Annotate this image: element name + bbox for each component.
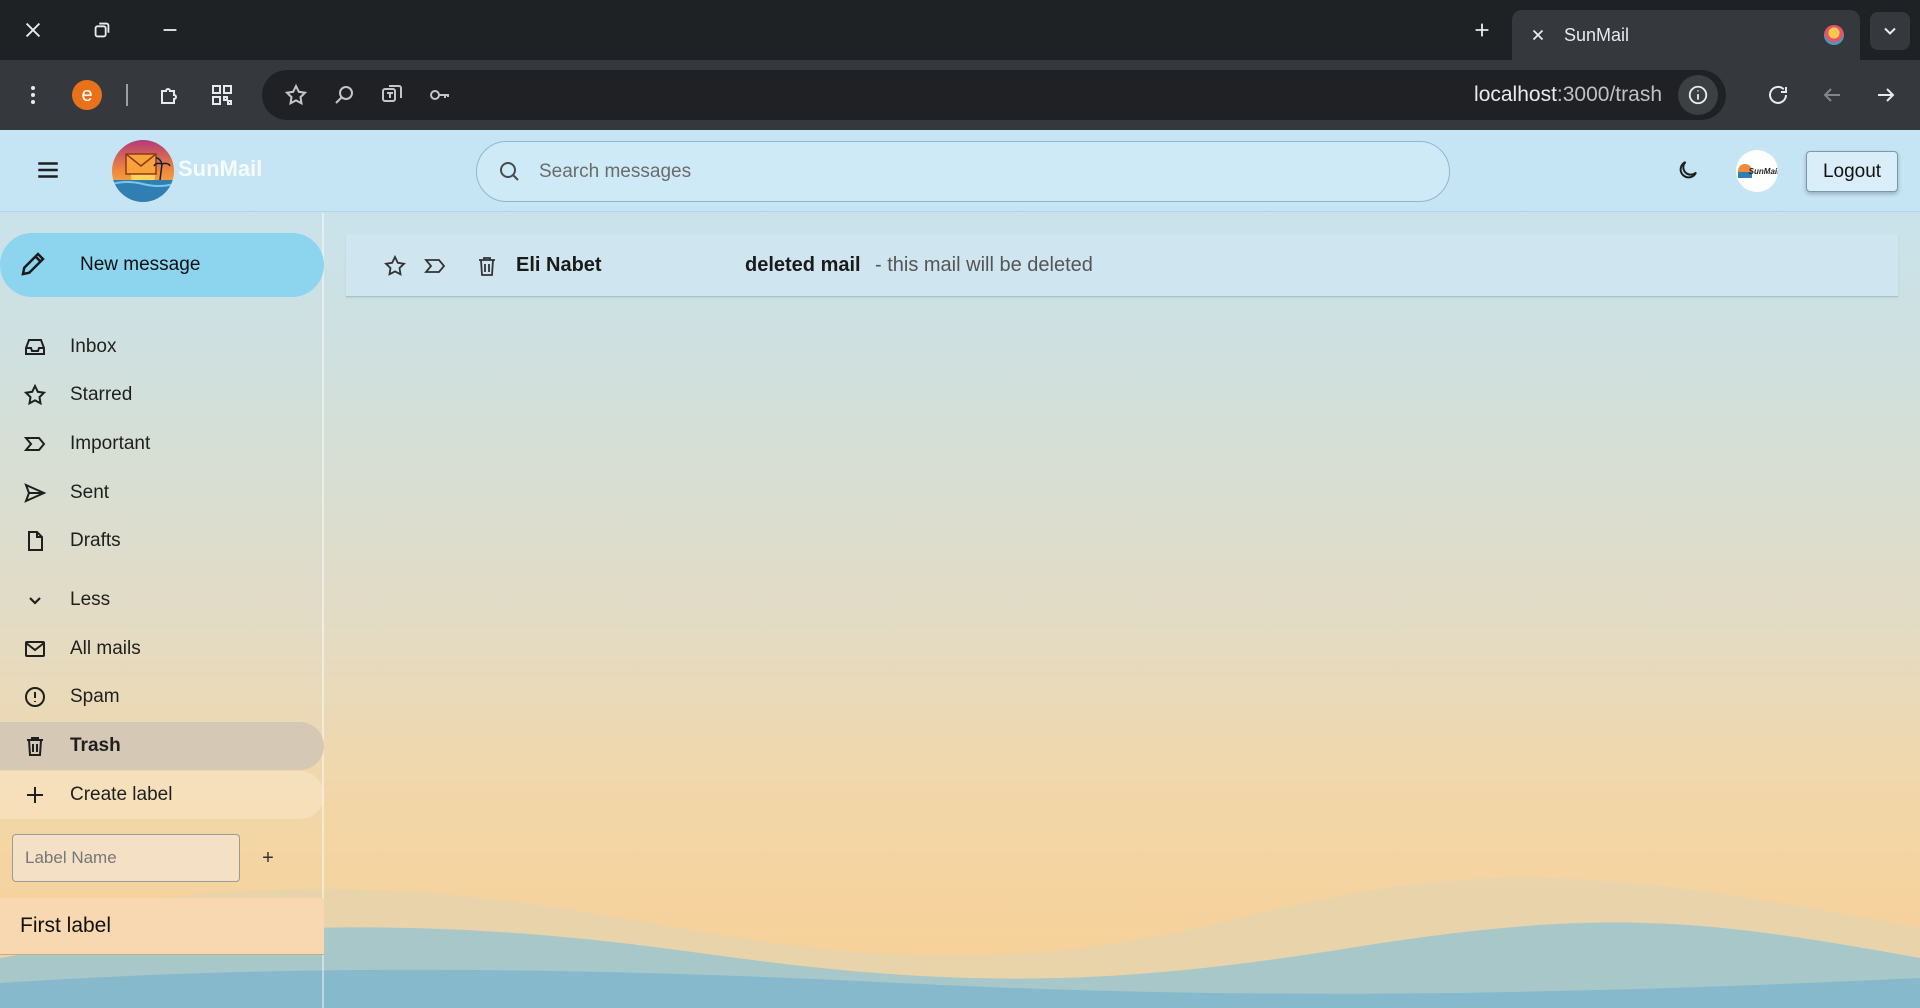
brand-name: SunMail <box>178 156 263 181</box>
search-icon[interactable] <box>497 159 523 185</box>
browser-tab-strip: SunMail <box>0 0 1920 60</box>
extensions-puzzle-icon[interactable] <box>150 75 190 115</box>
sidebar-item-label: Important <box>70 433 151 454</box>
sidebar-item-create-label[interactable]: Create label <box>0 771 324 819</box>
alert-icon <box>22 684 48 710</box>
chevron-down-icon <box>22 587 48 613</box>
browser-menu-icon[interactable] <box>13 75 53 115</box>
tab-list-chevron-icon[interactable] <box>1870 12 1910 50</box>
new-tab-icon[interactable] <box>1462 10 1502 50</box>
mail-row[interactable]: Eli Nabet deleted mail - this mail will … <box>346 234 1898 297</box>
star-icon[interactable] <box>382 253 408 279</box>
sidebar-item-label: Trash <box>70 735 121 756</box>
mail-snippet: - this mail will be deleted <box>875 254 1093 276</box>
reload-icon[interactable] <box>1758 75 1798 115</box>
trash-icon[interactable] <box>474 253 500 279</box>
sidebar-item-important[interactable]: Important <box>0 420 324 468</box>
tab-close-icon[interactable] <box>1528 25 1548 45</box>
sidebar-item-label: Create label <box>70 784 173 805</box>
url-path: :3000/trash <box>1556 83 1662 106</box>
window-minimize-icon[interactable] <box>150 10 190 50</box>
label-item-first-label[interactable]: First label <box>0 898 324 955</box>
dark-mode-moon-icon[interactable] <box>1668 150 1708 190</box>
star-icon <box>22 382 48 408</box>
sidebar-item-drafts[interactable]: Drafts <box>0 517 324 565</box>
sunmail-app: SunMail SunMail Logout New message <box>0 130 1920 1008</box>
search-bar[interactable] <box>476 141 1450 202</box>
important-icon <box>22 431 48 457</box>
new-message-label: New message <box>80 254 201 275</box>
translate-icon[interactable] <box>372 75 412 115</box>
site-info-icon[interactable] <box>1678 75 1718 115</box>
avatar[interactable]: SunMail <box>1736 150 1778 192</box>
sidebar-item-all-mails[interactable]: All mails <box>0 625 324 673</box>
sidebar-item-spam[interactable]: Spam <box>0 673 324 721</box>
logout-button[interactable]: Logout <box>1806 151 1898 192</box>
qr-code-icon[interactable] <box>202 75 242 115</box>
sunmail-logo-icon[interactable] <box>112 140 174 202</box>
url-host: localhost <box>1474 83 1557 106</box>
window-close-icon[interactable] <box>13 10 53 50</box>
tab-favicon-icon <box>1824 25 1844 45</box>
search-input[interactable] <box>539 160 1419 183</box>
new-message-button[interactable]: New message <box>0 233 324 297</box>
toolbar-separator <box>126 84 128 106</box>
app-header: SunMail SunMail Logout <box>0 130 1920 212</box>
draft-icon <box>22 528 48 554</box>
sidebar-item-inbox[interactable]: Inbox <box>0 323 324 371</box>
send-icon <box>22 480 48 506</box>
label-name-input[interactable] <box>12 834 240 882</box>
sidebar: New message Inbox Starred Important Sent… <box>0 213 324 1008</box>
extension-e-icon[interactable]: e <box>72 80 102 110</box>
sidebar-item-label: Sent <box>70 482 110 503</box>
important-icon[interactable] <box>422 253 448 279</box>
avatar-text: SunMail <box>1748 166 1778 176</box>
sidebar-item-label: Spam <box>70 686 120 707</box>
browser-tab[interactable]: SunMail <box>1512 10 1860 60</box>
mail-subject: deleted mail <box>745 254 861 276</box>
inbox-icon <box>22 334 48 360</box>
sidebar-item-label: All mails <box>70 638 141 659</box>
add-label-button[interactable]: + <box>252 842 284 874</box>
sidebar-item-label: Inbox <box>70 336 117 357</box>
sidebar-item-starred[interactable]: Starred <box>0 371 324 419</box>
zoom-icon[interactable] <box>324 75 364 115</box>
hamburger-menu-icon[interactable] <box>28 150 68 190</box>
sidebar-item-label: Drafts <box>70 530 121 551</box>
sidebar-item-sent[interactable]: Sent <box>0 469 324 517</box>
sidebar-item-label: Starred <box>70 384 133 405</box>
mail-sender: Eli Nabet <box>516 254 602 276</box>
trash-icon <box>22 733 48 759</box>
window-restore-icon[interactable] <box>82 10 122 50</box>
sidebar-item-less[interactable]: Less <box>0 576 324 624</box>
address-bar[interactable]: localhost:3000/trash <box>262 70 1726 120</box>
sidebar-item-label: Less <box>70 589 111 610</box>
password-key-icon[interactable] <box>420 75 460 115</box>
plus-icon <box>22 782 48 808</box>
pencil-icon <box>18 249 50 281</box>
mail-icon <box>22 636 48 662</box>
sidebar-item-trash[interactable]: Trash <box>0 722 324 770</box>
back-arrow-icon[interactable] <box>1812 75 1852 115</box>
tab-title: SunMail <box>1564 24 1630 45</box>
bookmark-star-icon[interactable] <box>276 75 316 115</box>
create-label-form: + <box>12 834 322 884</box>
forward-arrow-icon[interactable] <box>1866 75 1906 115</box>
url-text[interactable]: localhost:3000/trash <box>1474 83 1662 107</box>
